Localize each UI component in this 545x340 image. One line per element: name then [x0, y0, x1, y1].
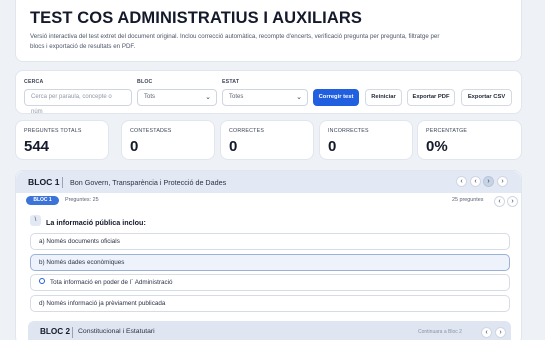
stat-card-incorrect: INCORRECTES 0 [319, 120, 413, 160]
stat-label: CONTESTADES [130, 128, 172, 134]
next-icon[interactable]: › [495, 327, 506, 338]
bloc-header: BLOC 1 Bon Govern, Transparència i Prote… [16, 171, 521, 193]
correct-test-button[interactable]: Corregir test [313, 89, 359, 106]
status-label: ESTAT [222, 79, 240, 85]
stat-value: 0 [130, 138, 139, 155]
stat-card-correct: CORRECTES 0 [220, 120, 314, 160]
export-csv-button[interactable]: Exportar CSV [461, 89, 512, 106]
answer-option-label: Tota informació en poder de l´ Administr… [50, 279, 173, 286]
filter-panel: CERCA Cerca per paraula, concepte o núm … [15, 70, 522, 115]
stat-value: 0 [229, 138, 238, 155]
export-pdf-button[interactable]: Exportar PDF [407, 89, 455, 106]
answer-option-selected[interactable]: Tota informació en poder de l´ Administr… [30, 274, 510, 291]
next-icon[interactable]: › [497, 176, 508, 187]
prev-icon[interactable]: ‹ [481, 327, 492, 338]
bloc-2-name: Constitucional i Estatutari [78, 328, 155, 335]
status-select[interactable]: Totes ⌄ [222, 89, 308, 106]
question-icon: \ [30, 215, 41, 226]
bloc-section: BLOC 1 Bon Govern, Transparència i Prote… [15, 170, 522, 340]
answer-option[interactable]: a) Només documents oficials [30, 233, 510, 250]
stat-label: INCORRECTES [328, 128, 369, 134]
stat-label: PREGUNTES TOTALS [24, 128, 82, 134]
stat-card-total: PREGUNTES TOTALS 544 [15, 120, 109, 160]
stat-card-answered: CONTESTADES 0 [121, 120, 215, 160]
chevron-down-icon: ⌄ [205, 94, 211, 101]
next-icon[interactable]: › [507, 196, 518, 207]
prev-icon[interactable]: ‹ [470, 176, 481, 187]
bloc-select-value: Tots [144, 94, 156, 100]
radio-selected-icon[interactable] [39, 278, 45, 285]
prev-icon[interactable]: ‹ [456, 176, 467, 187]
stat-value: 544 [24, 138, 50, 155]
question-count: Preguntes: 25 [65, 197, 99, 203]
chevron-down-icon: ⌄ [296, 94, 302, 101]
status-select-value: Totes [229, 94, 244, 100]
stat-value: 0 [328, 138, 337, 155]
bloc-2-hint: Continuara a Bloc 2 [418, 329, 462, 335]
stat-label: CORRECTES [229, 128, 265, 134]
bloc-pill[interactable]: BLOC 1 [26, 196, 59, 205]
answer-option[interactable]: d) Només informació ja prèviament public… [30, 295, 510, 312]
reset-button[interactable]: Reiniciar [365, 89, 402, 106]
header-card: TEST COS ADMINISTRATIUS I AUXILIARS Vers… [15, 0, 522, 62]
answer-option[interactable]: b) Només dades econòmiques [30, 254, 510, 271]
stat-label: PERCENTATGE [426, 128, 468, 134]
divider [72, 327, 73, 338]
bloc-title: BLOC 1 [28, 177, 60, 187]
question-text: La informació pública inclou: [46, 218, 146, 227]
bloc-2-title: BLOC 2 [40, 327, 71, 336]
stat-value: 0% [426, 138, 448, 155]
stat-card-percentage: PERCENTATGE 0% [417, 120, 522, 160]
page-description: Versió interactiva del test extret del d… [30, 33, 440, 50]
search-input[interactable]: Cerca per paraula, concepte o núm [24, 89, 132, 115]
search-label: CERCA [24, 79, 44, 85]
bloc-select[interactable]: Tots ⌄ [137, 89, 217, 106]
bloc-name: Bon Govern, Transparència i Protecció de… [70, 178, 227, 187]
question-count-right: 25 preguntes [452, 197, 484, 203]
bloc-label: BLOC [137, 79, 153, 85]
next-icon[interactable]: › [483, 176, 494, 187]
prev-icon[interactable]: ‹ [494, 196, 505, 207]
divider [62, 177, 63, 188]
page-title: TEST COS ADMINISTRATIUS I AUXILIARS [30, 9, 362, 27]
bloc-2-header[interactable]: BLOC 2 Constitucional i Estatutari Conti… [28, 321, 511, 340]
